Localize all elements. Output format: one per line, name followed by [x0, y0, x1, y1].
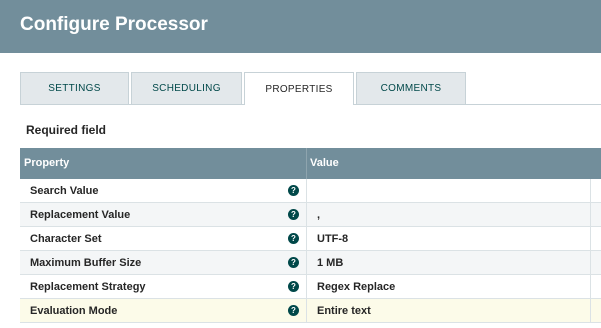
cell-divider: [306, 203, 307, 226]
table-row[interactable]: Maximum Buffer Size ? 1 MB: [20, 251, 601, 275]
cell-divider: [306, 299, 307, 322]
property-name: Character Set: [30, 233, 102, 245]
property-name: Search Value: [30, 185, 99, 197]
table-row-selected[interactable]: Evaluation Mode ? Entire text: [20, 299, 601, 323]
column-divider: [306, 148, 307, 179]
dialog-title: Configure Processor: [20, 14, 208, 35]
properties-table: Property Value Search Value ? Replacemen…: [20, 148, 601, 323]
table-row[interactable]: Replacement Strategy ? Regex Replace: [20, 275, 601, 299]
cell-divider: [306, 227, 307, 250]
property-value[interactable]: Entire text: [317, 305, 371, 317]
help-icon[interactable]: ?: [288, 209, 299, 220]
table-row[interactable]: Search Value ?: [20, 179, 601, 203]
help-icon[interactable]: ?: [288, 305, 299, 316]
property-value[interactable]: ,: [317, 209, 320, 221]
dialog-header: Configure Processor: [0, 0, 601, 53]
cell-divider: [306, 251, 307, 274]
cell-divider: [590, 299, 591, 322]
cell-divider: [306, 275, 307, 298]
table-row[interactable]: Character Set ? UTF-8: [20, 227, 601, 251]
help-icon[interactable]: ?: [288, 281, 299, 292]
property-column-header[interactable]: Property: [24, 157, 69, 169]
help-icon[interactable]: ?: [288, 233, 299, 244]
property-name: Replacement Strategy: [30, 281, 146, 293]
help-icon[interactable]: ?: [288, 257, 299, 268]
cell-divider: [590, 179, 591, 202]
property-name: Evaluation Mode: [30, 305, 118, 317]
tab-scheduling[interactable]: SCHEDULING: [131, 72, 242, 104]
table-header: Property Value: [20, 148, 601, 179]
table-row[interactable]: Replacement Value ? ,: [20, 203, 601, 227]
tab-properties[interactable]: PROPERTIES: [244, 72, 354, 105]
value-column-header[interactable]: Value: [310, 157, 339, 169]
property-name: Replacement Value: [30, 209, 131, 221]
cell-divider: [590, 251, 591, 274]
cell-divider: [590, 227, 591, 250]
cell-divider: [306, 179, 307, 202]
tab-comments[interactable]: COMMENTS: [356, 72, 466, 104]
cell-divider: [590, 203, 591, 226]
property-value[interactable]: UTF-8: [317, 233, 348, 245]
tab-bar: SETTINGS SCHEDULING PROPERTIES COMMENTS: [20, 72, 601, 105]
required-field-label: Required field: [26, 123, 107, 137]
cell-divider: [590, 275, 591, 298]
property-value[interactable]: Regex Replace: [317, 281, 395, 293]
property-value[interactable]: 1 MB: [317, 257, 343, 269]
tab-settings[interactable]: SETTINGS: [20, 72, 129, 104]
property-name: Maximum Buffer Size: [30, 257, 142, 269]
help-icon[interactable]: ?: [288, 185, 299, 196]
